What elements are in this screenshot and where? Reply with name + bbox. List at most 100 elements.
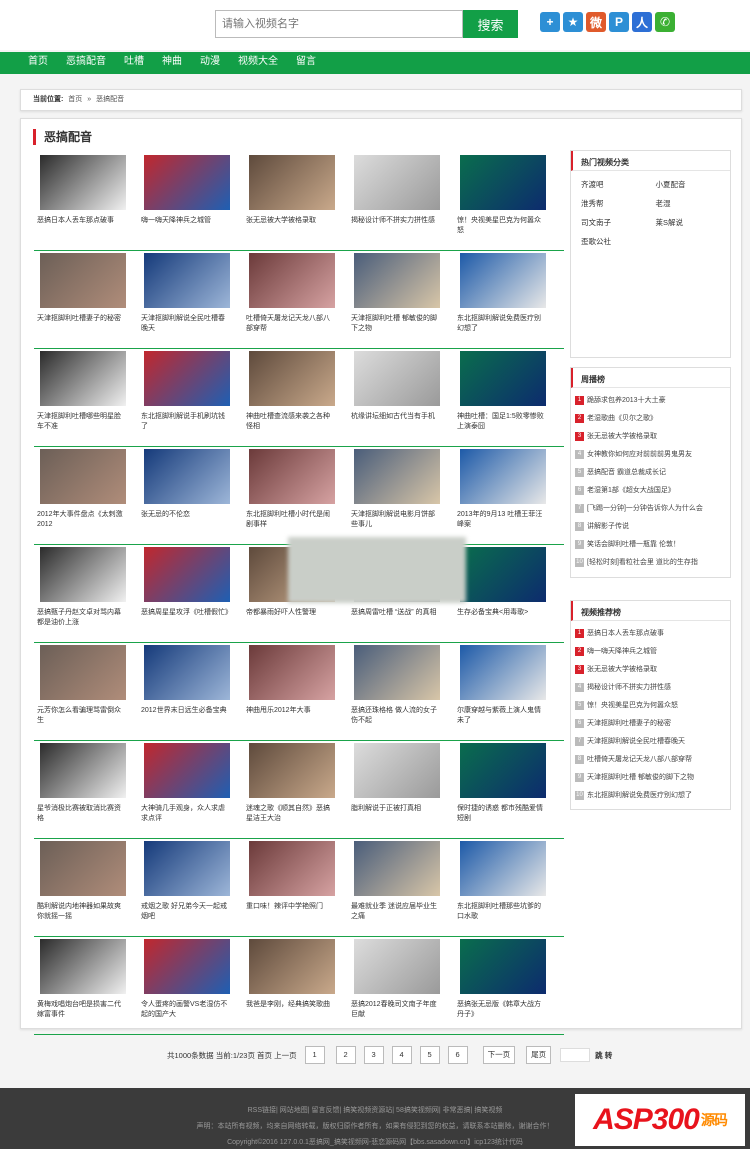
video-item[interactable]: 生存必备宝典<用毒歌> [454, 547, 546, 628]
video-thumbnail[interactable] [144, 351, 230, 406]
video-item[interactable]: 2013年的9月13 吐槽王菲汪峰案 [454, 449, 546, 530]
tencent-share-icon[interactable]: P [609, 12, 629, 32]
video-item[interactable]: 恶搞张无忌版《韩章大战方丹子》 [454, 939, 546, 1020]
video-title[interactable]: 黄梅戏唱炮台吧是损害二代嫁富事件 [34, 1000, 126, 1020]
rank-title[interactable]: 笑话会脚利吐槽一瓶靠 伦敦！ [587, 541, 680, 548]
video-item[interactable]: 东北抠脚利吐槽那些坑爹的口水歌 [454, 841, 546, 922]
video-thumbnail[interactable] [460, 155, 546, 210]
video-item[interactable]: 惊！央视美星巴克为何嚣众怒 [454, 155, 546, 236]
rank-title[interactable]: 嗨一嗨天降神兵之城管 [587, 648, 657, 655]
video-thumbnail[interactable] [249, 351, 335, 406]
video-item[interactable]: 东北抠脚利吐槽小时代是闹剧事样 [243, 449, 335, 530]
video-title[interactable]: 张无忌被大学被格录取 [243, 216, 335, 236]
video-thumbnail[interactable] [40, 449, 126, 504]
nav-item-0[interactable]: 首页 [19, 52, 57, 74]
video-title[interactable]: 酷利解说内地神器如果故爽你就摇一摇 [34, 902, 126, 922]
video-thumbnail[interactable] [249, 645, 335, 700]
jump-button[interactable]: 跳 转 [595, 1050, 612, 1061]
video-title[interactable]: 恶搞还珠格格 做人流的女子伤不起 [348, 706, 440, 726]
video-title[interactable]: 东北抠脚利解说免费医疗别幻想了 [454, 314, 546, 334]
nav-item-1[interactable]: 恶搞配音 [57, 52, 115, 74]
rank-item[interactable]: 8 讲解影子传说 [575, 518, 730, 536]
rank-item[interactable]: 6 老湿第1部《超女大战国足》 [575, 482, 730, 500]
video-thumbnail[interactable] [460, 939, 546, 994]
category-link[interactable]: 莱S解说 [656, 213, 731, 232]
video-item[interactable]: 张无忌的不伦恋 [138, 449, 230, 530]
star-share-icon[interactable]: ★ [563, 12, 583, 32]
rank-title[interactable]: [轻松时刻]看粒社会里 道比的生存指 [587, 559, 698, 566]
page-link[interactable]: 6 [447, 1046, 468, 1064]
rank-title[interactable]: 天津抠脚利吐槽妻子的秘密 [587, 720, 671, 727]
breadcrumb-home[interactable]: 首页 [68, 96, 82, 103]
page-link[interactable]: 5 [419, 1046, 440, 1064]
video-item[interactable]: 酷利解说内地神器如果故爽你就摇一摇 [34, 841, 126, 922]
video-thumbnail[interactable] [460, 253, 546, 308]
nav-item-4[interactable]: 动漫 [191, 52, 229, 74]
video-title[interactable]: 帝都暴雨好吓人性警理 [243, 608, 335, 628]
rank-item[interactable]: 1 恶搞日本人丢车那点破事 [575, 625, 730, 643]
video-thumbnail[interactable] [249, 253, 335, 308]
rank-title[interactable]: [飞踢一分钟]一分钟告诉你人为什么会 [587, 505, 703, 512]
video-title[interactable]: 恶搞日本人丢车那点破事 [34, 216, 126, 236]
video-title[interactable]: 保时捷的诱惑 都市残酷爱情短剧 [454, 804, 546, 824]
rank-item[interactable]: 9 笑话会脚利吐槽一瓶靠 伦敦！ [575, 536, 730, 554]
video-item[interactable]: 天津抠脚利吐槽妻子的秘密 [34, 253, 126, 334]
last-page-button[interactable]: 尾页 [526, 1046, 552, 1064]
video-title[interactable]: 天津抠脚利吐槽妻子的秘密 [34, 314, 126, 334]
rank-item[interactable]: 1 跪舔求包养2013十大土豪 [575, 392, 730, 410]
rank-item[interactable]: 10 东北抠脚利解说免费医疗别幻想了 [575, 787, 730, 805]
video-title[interactable]: 恶搞周雷吐槽 “送战” 的真相 [348, 608, 440, 628]
rank-title[interactable]: 张无忌被大学被格录取 [587, 433, 657, 440]
video-thumbnail[interactable] [144, 645, 230, 700]
video-item[interactable]: 东北抠脚利解说免费医疗别幻想了 [454, 253, 546, 334]
video-title[interactable]: 杭缘讲坛细如古代当有手机 [348, 412, 440, 432]
rank-item[interactable]: 4 女神教你如何应对前前前男鬼男友 [575, 446, 730, 464]
page-link[interactable]: 3 [363, 1046, 384, 1064]
video-thumbnail[interactable] [354, 939, 440, 994]
video-item[interactable]: 元芳你怎么看骗理骂雷倒众生 [34, 645, 126, 726]
video-thumbnail[interactable] [40, 253, 126, 308]
rank-title[interactable]: 天津抠脚利吐槽 郁敏俊的脚下之物 [587, 774, 694, 781]
rank-item[interactable]: 7 天津抠脚利解说全民吐槽春晚天 [575, 733, 730, 751]
rank-title[interactable]: 天津抠脚利解说全民吐槽春晚天 [587, 738, 685, 745]
video-item[interactable]: 保时捷的诱惑 都市残酷爱情短剧 [454, 743, 546, 824]
video-item[interactable]: 恶搞还珠格格 做人流的女子伤不起 [348, 645, 440, 726]
video-title[interactable]: 天津抠脚利解说电影月饼部些事儿 [348, 510, 440, 530]
video-thumbnail[interactable] [40, 351, 126, 406]
video-title[interactable]: 生存必备宝典<用毒歌> [454, 608, 546, 628]
rank-title[interactable]: 张无忌被大学被格录取 [587, 666, 657, 673]
category-link[interactable]: 齐渡吧 [581, 175, 656, 194]
video-item[interactable]: 天津抠脚利吐槽 郁敏俊的脚下之物 [348, 253, 440, 334]
video-title[interactable]: 张无忌的不伦恋 [138, 510, 230, 530]
rank-title[interactable]: 吐槽倚天屠龙记天龙八部八部穿帮 [587, 756, 692, 763]
video-thumbnail[interactable] [249, 841, 335, 896]
rank-item[interactable]: 3 张无忌被大学被格录取 [575, 661, 730, 679]
rank-item[interactable]: 5 惊！央视美星巴克为何嚣众怒 [575, 697, 730, 715]
video-thumbnail[interactable] [354, 841, 440, 896]
search-input[interactable] [215, 10, 463, 38]
video-title[interactable]: 元芳你怎么看骗理骂雷倒众生 [34, 706, 126, 726]
video-title[interactable]: 戒烟之歌 好兄弟今天一起戒烟吧 [138, 902, 230, 922]
rank-item[interactable]: 9 天津抠脚利吐槽 郁敏俊的脚下之物 [575, 769, 730, 787]
rank-title[interactable]: 老湿第1部《超女大战国足》 [587, 487, 675, 494]
rank-title[interactable]: 讲解影子传说 [587, 523, 629, 530]
category-link[interactable]: 老湿 [656, 194, 731, 213]
video-item[interactable]: 2012世界末日远生必备宝典 [138, 645, 230, 726]
nav-item-2[interactable]: 吐槽 [115, 52, 153, 74]
rank-item[interactable]: 2 嗨一嗨天降神兵之城管 [575, 643, 730, 661]
rank-item[interactable]: 4 揭秘设计师不拼实力拼性感 [575, 679, 730, 697]
category-link[interactable]: 小夏配音 [656, 175, 731, 194]
video-thumbnail[interactable] [460, 351, 546, 406]
video-item[interactable]: 脂利解说于正被打真相 [348, 743, 440, 824]
video-thumbnail[interactable] [40, 155, 126, 210]
video-item[interactable]: 吐槽倚天屠龙记天龙八部八部穿帮 [243, 253, 335, 334]
rank-title[interactable]: 跪舔求包养2013十大土豪 [587, 397, 666, 404]
rank-item[interactable]: 8 吐槽倚天屠龙记天龙八部八部穿帮 [575, 751, 730, 769]
video-title[interactable]: 惊！央视美星巴克为何嚣众怒 [454, 216, 546, 236]
video-title[interactable]: 我爸是李刚，经典搞笑歌曲 [243, 1000, 335, 1020]
video-title[interactable]: 令人蛋疼的画警VS老湿仿不起的国产大 [138, 1000, 230, 1020]
video-title[interactable]: 揭秘设计师不拼实力拼性感 [348, 216, 440, 236]
video-item[interactable]: 神曲甩乐2012年大事 [243, 645, 335, 726]
video-thumbnail[interactable] [354, 743, 440, 798]
video-title[interactable]: 2013年的9月13 吐槽王菲汪峰案 [454, 510, 546, 530]
